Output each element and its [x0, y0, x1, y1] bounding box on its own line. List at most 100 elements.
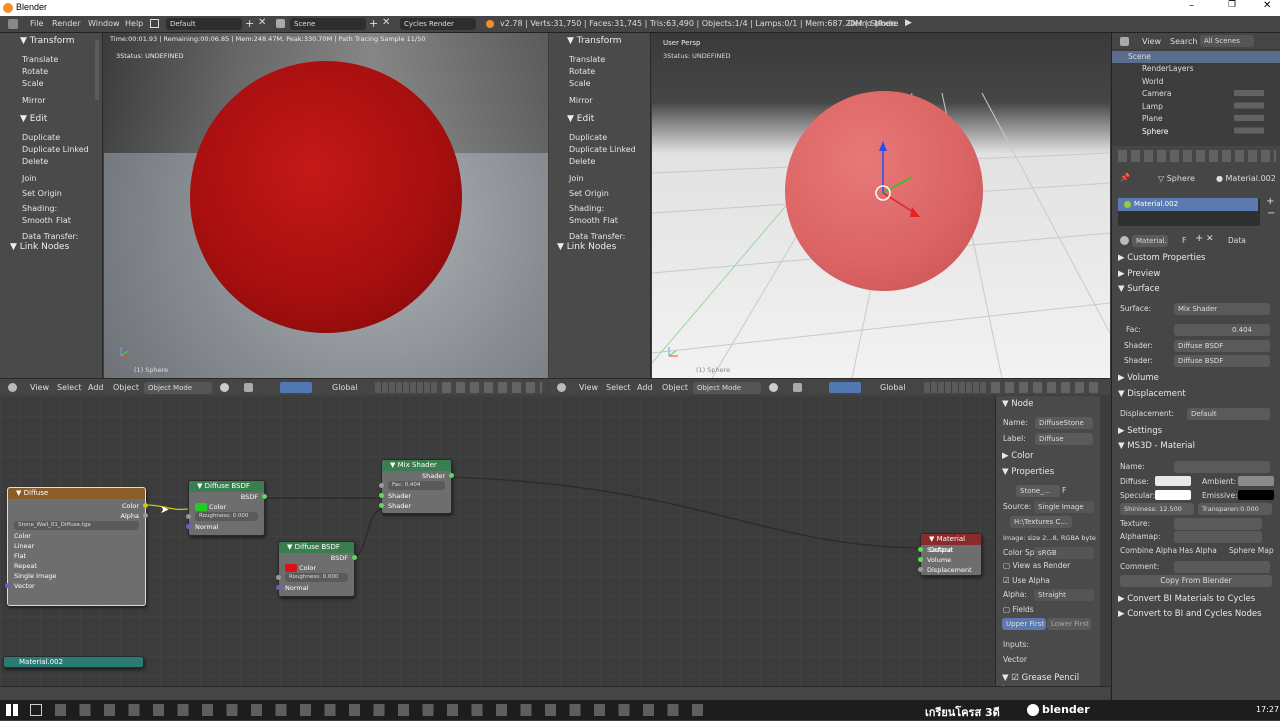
ms3d-emissive-swatch[interactable] — [1238, 490, 1274, 500]
outliner-editor-icon[interactable] — [1120, 37, 1129, 46]
ms3d-has-alpha[interactable]: Has Alpha — [1179, 545, 1217, 556]
view-menu[interactable]: View — [30, 383, 49, 392]
bsdf2-roughness[interactable]: Roughness: 0.000 — [285, 573, 348, 582]
outliner-item-renderlayers[interactable]: RenderLayers — [1142, 63, 1194, 75]
view-as-render-checkbox[interactable]: ▢ View as Render — [1003, 560, 1070, 571]
transform-panel-title-2[interactable]: ▼ Transform — [563, 34, 622, 48]
displacement-section[interactable]: ▼ Displacement — [1118, 388, 1186, 400]
add-slot-button[interactable]: + — [1266, 196, 1274, 207]
bsdf1-roughness[interactable]: Roughness: 0.000 — [195, 512, 258, 521]
ms3d-combine-alpha[interactable]: Combine Alpha — [1120, 545, 1177, 556]
start-button-icon[interactable] — [6, 704, 18, 716]
tex-opt-repeat[interactable]: Repeat — [14, 562, 37, 570]
object-menu-2[interactable]: Object — [662, 383, 688, 392]
view-menu-2[interactable]: View — [579, 383, 598, 392]
select-menu[interactable]: Select — [57, 383, 82, 392]
ms3d-copy-button[interactable]: Copy From Blender — [1120, 575, 1272, 587]
transform-panel-title[interactable]: ▼ Transform — [16, 34, 75, 48]
object-menu[interactable]: Object — [113, 383, 139, 392]
editor-type-icon-2[interactable] — [557, 383, 566, 392]
edit-panel-title-2[interactable]: ▼ Edit — [563, 112, 594, 126]
layout-field[interactable]: Default — [166, 18, 242, 30]
mix-fac-field[interactable]: Fac: 0.404 — [388, 481, 445, 490]
pivot-icon-2[interactable] — [793, 383, 802, 392]
ms3d-ambient-swatch[interactable] — [1238, 476, 1274, 486]
preview-section[interactable]: ▶ Preview — [1118, 268, 1160, 280]
outliner-item-plane[interactable]: Plane — [1142, 113, 1163, 125]
viewport-rendered[interactable]: Time:00:01.93 | Remaining:00:06.85 | Mem… — [104, 33, 548, 378]
layers-widget-2[interactable] — [924, 382, 986, 393]
visibility-icons[interactable] — [1234, 90, 1264, 140]
header-tools-icons[interactable] — [442, 382, 542, 393]
ms3d-comment-field[interactable] — [1174, 561, 1270, 573]
link-data-select[interactable]: Data — [1228, 235, 1246, 246]
ms3d-texture-field[interactable] — [1174, 518, 1262, 530]
material-add-button[interactable]: + — [1195, 233, 1203, 244]
delete-layout-button[interactable]: ✕ — [258, 17, 266, 28]
tex-image-field[interactable]: Stone_Wall_01_Diffuse.tga — [14, 521, 139, 530]
surface-shader-select[interactable]: Mix Shader — [1174, 303, 1270, 315]
alpha-select[interactable]: Straight — [1034, 589, 1094, 601]
diffuse-bsdf-1-header[interactable]: ▼ Diffuse BSDF — [189, 481, 264, 492]
shading-icon[interactable] — [220, 383, 229, 392]
smooth-button-2[interactable]: Smooth — [563, 215, 600, 227]
rotate-button[interactable]: Rotate — [16, 66, 48, 78]
node-editor[interactable]: ▼ Diffuse Color Alpha Stone_Wall_01_Diff… — [0, 396, 995, 700]
color-panel-title[interactable]: ▶ Color — [1002, 450, 1033, 462]
minimize-button[interactable]: – — [1189, 0, 1194, 11]
duplicate-button[interactable]: Duplicate — [16, 132, 60, 144]
image-texture-header[interactable]: ▼ Diffuse — [8, 488, 145, 499]
left-toolshelf-scroll[interactable] — [95, 40, 99, 100]
menu-render[interactable]: Render — [52, 19, 80, 28]
transform-manipulator[interactable] — [862, 133, 922, 233]
viewport-solid[interactable]: User Persp 3Status: UNDEFINED (1) Sphere — [652, 33, 1110, 378]
ms3d-shininess-field[interactable]: Shininess: 12.500 — [1120, 503, 1194, 515]
scale-button[interactable]: Scale — [16, 78, 44, 90]
taskbar-app-icons[interactable] — [55, 704, 715, 716]
image-path-field[interactable]: H:\Textures C... — [1010, 516, 1072, 528]
source-select[interactable]: Single Image — [1034, 501, 1094, 513]
flat-button[interactable]: Flat — [50, 215, 71, 227]
editor-type-icon[interactable] — [8, 383, 17, 392]
rendered-sphere[interactable] — [190, 61, 462, 333]
select-menu-2[interactable]: Select — [606, 383, 631, 392]
outliner-search-menu[interactable]: Search — [1170, 37, 1197, 46]
lower-first-button[interactable]: Lower First — [1047, 618, 1091, 630]
duplicate-linked-button[interactable]: Duplicate Linked — [16, 144, 89, 156]
material-slot-item[interactable]: Material.002 — [1118, 198, 1258, 211]
close-button[interactable]: ✕ — [1263, 0, 1271, 11]
material-output-node[interactable]: ▼ Material Output Surface Volume Displac… — [918, 533, 982, 576]
tex-opt-flat[interactable]: Flat — [14, 552, 26, 560]
add-scene-button[interactable]: + — [369, 17, 378, 30]
scene-field[interactable]: Scene — [290, 18, 366, 30]
tex-opt-single-image[interactable]: Single Image — [14, 572, 56, 580]
material-name-field[interactable]: Material. — [1132, 235, 1168, 247]
delete-button-2[interactable]: Delete — [563, 156, 595, 168]
set-origin-button[interactable]: Set Origin — [16, 188, 62, 200]
displacement-select[interactable]: Default — [1187, 408, 1270, 420]
node-name-field[interactable]: DiffuseStone — [1035, 417, 1093, 429]
add-menu[interactable]: Add — [88, 383, 104, 392]
translate-button-2[interactable]: Translate — [563, 54, 605, 66]
info-editor-icon[interactable] — [8, 19, 18, 29]
manipulator-icons[interactable] — [280, 382, 312, 393]
outliner-item-world[interactable]: World — [1142, 76, 1164, 88]
color-space-select[interactable]: sRGB — [1034, 547, 1094, 559]
bsdf2-color-swatch[interactable] — [285, 564, 297, 572]
manipulator-icons-2[interactable] — [829, 382, 861, 393]
volume-section[interactable]: ▶ Volume — [1118, 372, 1159, 384]
settings-section[interactable]: ▶ Settings — [1118, 425, 1162, 437]
properties-tabs[interactable] — [1118, 150, 1276, 162]
delete-button[interactable]: Delete — [16, 156, 48, 168]
image-fake-user[interactable]: F — [1062, 485, 1066, 496]
orientation-select-2[interactable]: Global — [880, 383, 906, 392]
outliner-item-sphere[interactable]: Sphere — [1142, 126, 1168, 138]
join-button[interactable]: Join — [16, 173, 37, 185]
outliner-item-lamp[interactable]: Lamp — [1142, 101, 1163, 113]
pin-icon[interactable]: 📌 — [1120, 173, 1130, 182]
image-texture-node[interactable]: ▼ Diffuse Color Alpha Stone_Wall_01_Diff… — [5, 487, 148, 606]
mirror-button[interactable]: Mirror — [16, 95, 46, 107]
play-icon[interactable]: ▶ — [905, 18, 912, 28]
task-view-icon[interactable] — [30, 704, 42, 716]
layers-widget[interactable] — [375, 382, 437, 393]
